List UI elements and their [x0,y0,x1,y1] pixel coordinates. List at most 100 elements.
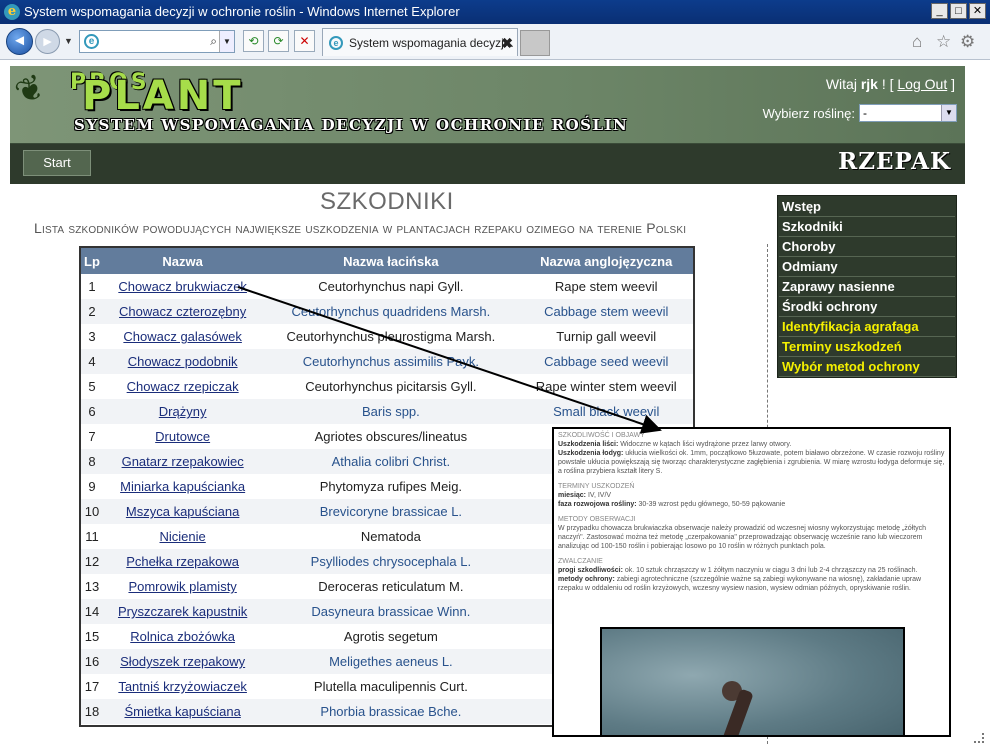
pest-link[interactable]: Chowacz podobnik [128,354,238,369]
popup-paragraph: faza rozwojowa rośliny: 30-39 wzrost pęd… [558,500,945,509]
pest-link[interactable]: Chowacz czterozębny [119,304,246,319]
back-button[interactable]: ◄ [6,28,33,55]
plant-chooser: Wybierz roślinę: - ▼ [763,104,957,122]
side-menu-item[interactable]: Odmiany [779,257,955,277]
cell-name: Śmietka kapuściana [103,699,263,724]
browser-tab[interactable]: e System wspomagania decyzj... ✖ [322,28,518,56]
pest-link[interactable]: Nicienie [160,529,206,544]
popup-label: progi szkodliwości: [558,567,623,574]
cell-latin-name: Phytomyza rufipes Meig. [319,479,463,494]
popup-label: Uszkodzenia liści: [558,441,619,448]
page-content: ❦ PROS PLANT SYSTEM WSPOMAGANIA DECYZJI … [0,60,990,745]
popup-section-heading: Zwalczanie [558,558,603,565]
cell-name: Chowacz czterozębny [103,299,263,324]
site-header: ❦ PROS PLANT SYSTEM WSPOMAGANIA DECYZJI … [9,66,965,144]
popup-section-heading: Szkodliwość i objawy [558,432,645,439]
cell-english-name: Rape winter stem weevil [535,379,677,394]
side-menu-item[interactable]: Środki ochrony [779,297,955,317]
column-header: Lp [81,248,103,274]
logo-plant-text: PLANT [82,73,244,119]
pest-link[interactable]: Mszyca kapuściana [126,504,239,519]
resize-grip-icon[interactable] [974,733,984,743]
pest-link[interactable]: Miniarka kapuścianka [120,479,245,494]
cell-lp: 2 [81,299,103,324]
tab-label: System wspomagania decyzj... [349,36,514,50]
cell-name: Chowacz podobnik [103,349,263,374]
cell-latin-name: Ceutorhynchus assimilis Payk. [262,349,520,374]
cell-latin-name: Phorbia brassicae Bche. [262,699,520,724]
cell-lp: 4 [81,349,103,374]
side-menu-item[interactable]: Terminy uszkodzeń [779,337,955,357]
cell-lp: 3 [88,329,96,344]
compatibility-icon[interactable]: ⟲ [243,30,264,52]
tools-gear-icon[interactable]: ⚙ [960,32,975,52]
pest-link[interactable]: Pomrowik plamisty [128,579,236,594]
column-header: Nazwa łacińska [262,248,520,274]
tab-page-icon: e [329,36,343,50]
home-icon[interactable]: ⌂ [912,32,922,52]
cell-lp: 15 [84,629,100,644]
pest-link[interactable]: Pchełka rzepakowa [126,554,239,569]
side-menu-item[interactable]: Choroby [779,237,955,257]
cell-name: Gnatarz rzepakowiec [103,449,263,474]
cell-latin-name: Dasyneura brassicae Winn. [262,599,520,624]
side-menu: Wstęp Szkodniki Choroby Odmiany Zaprawy nasi… [777,195,957,378]
refresh-icon[interactable]: ⟳ [268,30,289,52]
address-bar[interactable]: e ⌕ ▼ [79,30,235,53]
popup-text: ok. 10 sztuk chrząszczy w 1 żółtym naczy… [622,567,918,574]
cell-latin-name: Athalia colibri Christ. [262,449,520,474]
window-title: System wspomagania decyzji w ochronie ro… [24,4,460,19]
favorites-icon[interactable]: ☆ [936,32,951,52]
forward-button[interactable]: ► [35,29,60,54]
popup-label: faza rozwojowa rośliny: [558,501,637,508]
start-button[interactable]: Start [23,150,91,176]
cell-latin-name: Psylliodes chrysocephala L. [262,549,520,574]
welcome-prefix: Witaj [825,76,861,92]
site-menu-bar: Start RZEPAK [10,144,965,184]
pest-link[interactable]: Pryszczarek kapustnik [118,604,247,619]
cell-name: Pchełka rzepakowa [103,549,263,574]
pest-link[interactable]: Śmietka kapuściana [124,704,240,719]
popup-text: 30-39 wzrost pędu głównego, 50-59 pąkowa… [636,501,786,508]
stop-icon[interactable]: ✕ [294,30,315,52]
close-window-button[interactable]: ✕ [969,3,986,19]
pest-link[interactable]: Słodyszek rzepakowy [120,654,245,669]
pest-link[interactable]: Rolnica zbożówka [130,629,235,644]
table-row: 3 Chowacz galasówek Ceutorhynchus pleurost… [81,324,693,349]
select-dropdown-icon: ▼ [941,105,956,121]
new-tab-button[interactable] [520,30,550,56]
cell-name: Miniarka kapuścianka [103,474,262,499]
pest-link[interactable]: Chowacz rzepiczak [127,379,239,394]
pest-link[interactable]: Drążyny [159,404,207,419]
cell-name: Rolnica zbożówka [103,624,262,649]
cell-english-name: Turnip gall weevil [556,329,657,344]
pest-link[interactable]: Chowacz galasówek [123,329,242,344]
address-dropdown-icon[interactable]: ▼ [219,31,234,52]
history-dropdown-icon[interactable]: ▼ [64,36,73,46]
plant-select[interactable]: - ▼ [859,104,957,122]
page-title: SZKODNIKI [320,188,454,215]
pest-link[interactable]: Chowacz brukwiaczek [118,279,247,294]
side-menu-item[interactable]: Wybór metod ochrony [779,357,955,377]
pest-link[interactable]: Tantniś krzyżowiaczek [118,679,247,694]
cell-name: Pryszczarek kapustnik [103,599,263,624]
cell-name: Słodyszek rzepakowy [103,649,263,674]
pest-details-popup: Szkodliwość i objawy Uszkodzenia liści: … [552,427,951,737]
side-menu-item[interactable]: Wstęp [779,197,955,217]
cell-name: Nicienie [103,524,262,549]
tab-close-icon[interactable]: ✖ [501,29,513,57]
table-header-row: Lp Nazwa Nazwa łacińska Nazwa anglojęzyczna [81,248,693,274]
side-menu-item[interactable]: Identyfikacja agrafaga [779,317,955,337]
search-icon[interactable]: ⌕ [210,34,217,49]
cell-latin-name: Ceutorhynchus picitarsis Gyll. [305,379,477,394]
minimize-button[interactable]: _ [931,3,948,19]
logout-link[interactable]: Log Out [897,76,947,92]
pest-link[interactable]: Drutowce [155,429,210,444]
maximize-button[interactable]: □ [950,3,967,19]
side-menu-item[interactable]: Zaprawy nasienne [779,277,955,297]
pest-link[interactable]: Gnatarz rzepakowiec [122,454,244,469]
table-row: 1 Chowacz brukwiaczek Ceutorhynchus napi G… [81,274,693,299]
side-menu-item[interactable]: Szkodniki [779,217,955,237]
page-subtitle: Lista szkodników powodujących największe… [34,220,687,236]
popup-label: miesiąc: [558,492,587,499]
